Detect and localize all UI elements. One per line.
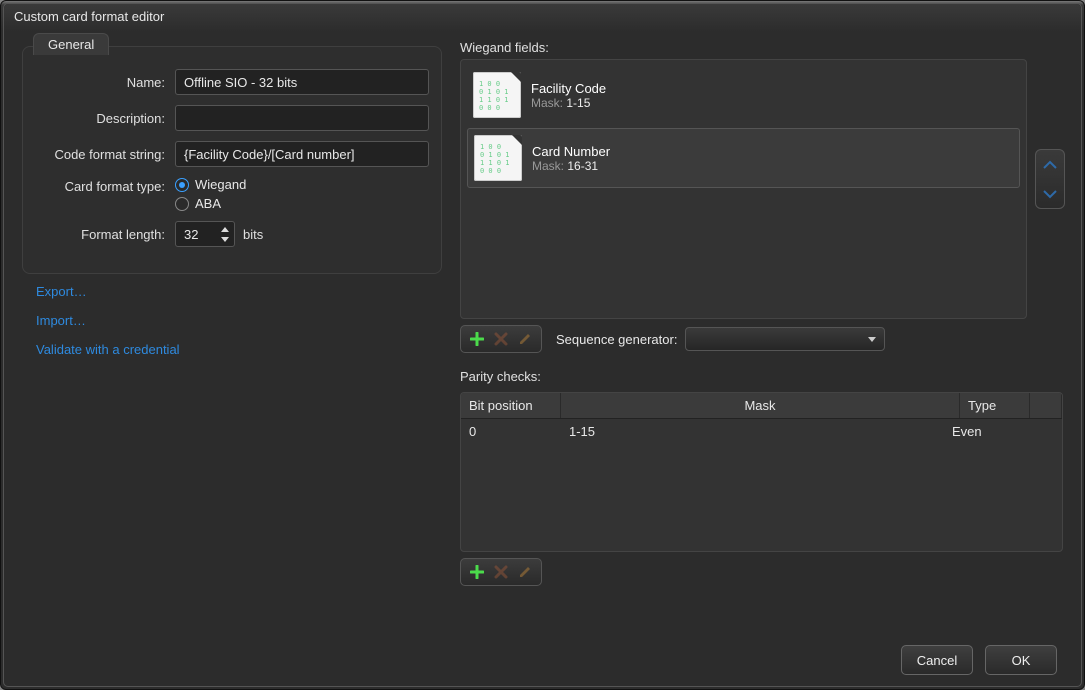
add-parity-button[interactable] <box>465 561 489 583</box>
footer: Cancel OK <box>4 634 1081 686</box>
row-description: Description: <box>35 105 429 131</box>
import-link[interactable]: Import… <box>36 313 442 328</box>
plus-icon <box>470 332 484 346</box>
general-group: General Name: Description: Code format s… <box>22 46 442 274</box>
bits-unit: bits <box>243 227 263 242</box>
radio-aba[interactable]: ABA <box>175 196 246 211</box>
chevron-down-icon <box>1043 189 1057 199</box>
field-title: Facility Code <box>531 81 606 96</box>
radio-wiegand[interactable]: Wiegand <box>175 177 246 192</box>
x-icon <box>494 565 508 579</box>
mask-label: Mask: <box>531 96 563 110</box>
cell-mask: 1-15 <box>569 424 952 439</box>
stepper-up-icon[interactable] <box>218 224 232 234</box>
radio-aba-indicator <box>175 197 189 211</box>
label-code-format: Code format string: <box>35 147 175 162</box>
parity-checks-label: Parity checks: <box>460 369 1063 384</box>
label-description: Description: <box>35 111 175 126</box>
edit-field-button[interactable] <box>513 328 537 350</box>
move-down-button[interactable] <box>1036 179 1064 208</box>
plus-icon <box>470 565 484 579</box>
name-input[interactable] <box>175 69 429 95</box>
code-format-input[interactable] <box>175 141 429 167</box>
label-name: Name: <box>35 75 175 90</box>
edit-parity-button[interactable] <box>513 561 537 583</box>
chevron-up-icon <box>1043 160 1057 170</box>
format-length-value: 32 <box>184 227 198 242</box>
mask-value: 16-31 <box>567 159 598 173</box>
cancel-button[interactable]: Cancel <box>901 645 973 675</box>
window-inner: Custom card format editor General Name: … <box>3 3 1082 687</box>
mask-label: Mask: <box>532 159 564 173</box>
window-title: Custom card format editor <box>4 4 1081 32</box>
format-length-stepper[interactable]: 32 <box>175 221 235 247</box>
delete-field-button[interactable] <box>489 328 513 350</box>
row-format-type: Card format type: Wiegand ABA <box>35 177 429 211</box>
parity-toolbar <box>460 558 1063 586</box>
field-title: Card Number <box>532 144 610 159</box>
radio-aba-label: ABA <box>195 196 221 211</box>
cell-bit: 0 <box>469 424 569 439</box>
card-data-icon: 1 0 00 1 0 11 1 0 10 0 0 <box>473 72 521 118</box>
export-link[interactable]: Export… <box>36 284 442 299</box>
pencil-icon <box>518 565 532 579</box>
cell-type: Even <box>952 424 1022 439</box>
col-type[interactable]: Type <box>960 393 1030 418</box>
card-data-icon: 1 0 00 1 0 11 1 0 10 0 0 <box>474 135 522 181</box>
wiegand-toolbar: Sequence generator: <box>460 325 1063 353</box>
validate-link[interactable]: Validate with a credential <box>36 342 442 357</box>
format-type-radios: Wiegand ABA <box>175 177 246 211</box>
add-field-button[interactable] <box>465 328 489 350</box>
wiegand-field-item[interactable]: 1 0 00 1 0 11 1 0 10 0 0 Facility Code M… <box>467 66 1020 124</box>
col-bit-position[interactable]: Bit position <box>461 393 561 418</box>
wiegand-fields-label: Wiegand fields: <box>460 40 1063 55</box>
wiegand-fields-panel: 1 0 00 1 0 11 1 0 10 0 0 Facility Code M… <box>460 59 1027 319</box>
reorder-buttons <box>1035 149 1065 209</box>
right-column: Wiegand fields: 1 0 00 1 0 11 1 0 10 0 0… <box>460 40 1063 626</box>
label-format-length: Format length: <box>35 227 175 242</box>
col-mask[interactable]: Mask <box>561 393 960 418</box>
sequence-generator-combo[interactable] <box>685 327 885 351</box>
left-column: General Name: Description: Code format s… <box>22 40 442 626</box>
cell-pad <box>1022 424 1054 439</box>
table-row[interactable]: 0 1-15 Even <box>461 419 1062 444</box>
label-format-type: Card format type: <box>35 177 175 194</box>
parity-panel: Bit position Mask Type 0 1-15 Even <box>460 392 1063 552</box>
row-code-format: Code format string: <box>35 141 429 167</box>
col-padding <box>1030 393 1062 418</box>
sequence-generator-label: Sequence generator: <box>556 332 677 347</box>
ok-button[interactable]: OK <box>985 645 1057 675</box>
row-name: Name: <box>35 69 429 95</box>
mask-value: 1-15 <box>566 96 590 110</box>
sequence-generator-row: Sequence generator: <box>556 327 885 351</box>
delete-parity-button[interactable] <box>489 561 513 583</box>
stepper-down-icon[interactable] <box>218 234 232 244</box>
move-up-button[interactable] <box>1036 150 1064 179</box>
radio-wiegand-indicator <box>175 178 189 192</box>
parity-tool-buttons <box>460 558 542 586</box>
row-format-length: Format length: 32 bits <box>35 221 429 247</box>
description-input[interactable] <box>175 105 429 131</box>
body: General Name: Description: Code format s… <box>4 32 1081 634</box>
x-icon <box>494 332 508 346</box>
wiegand-field-item[interactable]: 1 0 00 1 0 11 1 0 10 0 0 Card Number Mas… <box>467 128 1020 188</box>
general-tab[interactable]: General <box>33 33 109 55</box>
radio-wiegand-label: Wiegand <box>195 177 246 192</box>
pencil-icon <box>518 332 532 346</box>
parity-body: 0 1-15 Even <box>461 419 1062 551</box>
wiegand-tool-buttons <box>460 325 542 353</box>
parity-header: Bit position Mask Type <box>461 393 1062 419</box>
window-frame: Custom card format editor General Name: … <box>0 0 1085 690</box>
